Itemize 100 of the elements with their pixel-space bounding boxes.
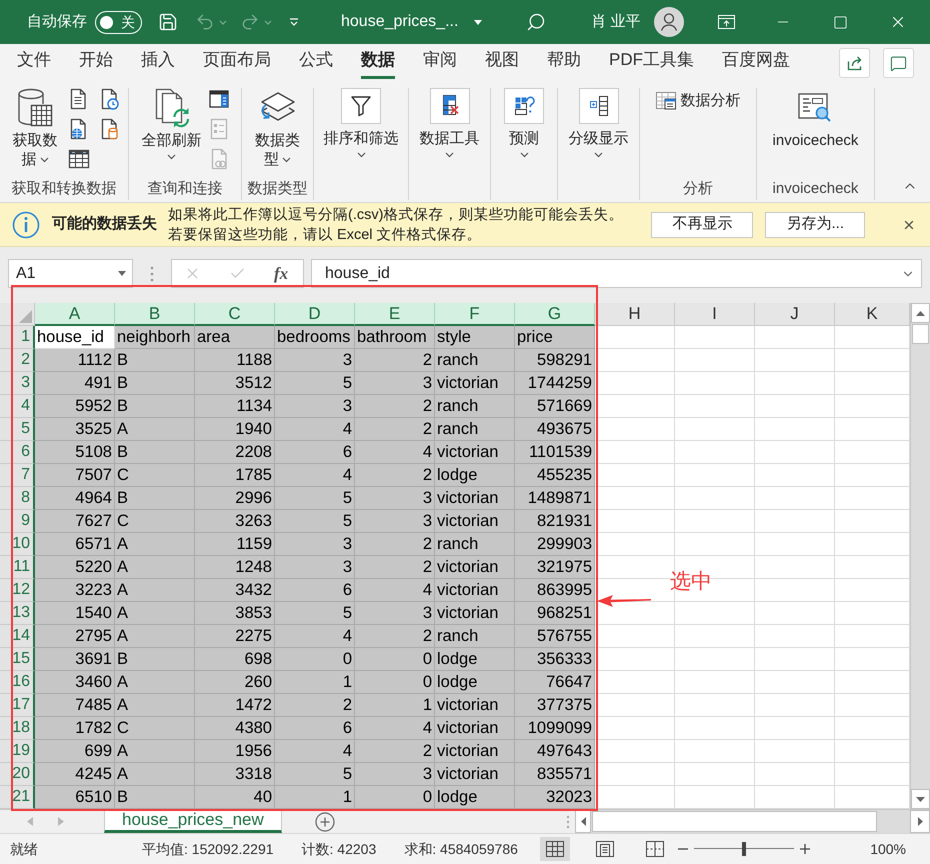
table-cell[interactable]: 76647 bbox=[515, 671, 595, 694]
slider-thumb[interactable] bbox=[742, 842, 746, 856]
table-cell[interactable]: 571669 bbox=[515, 395, 595, 418]
table-cell[interactable]: 6 bbox=[275, 717, 355, 740]
table-cell[interactable]: 4 bbox=[355, 579, 435, 602]
table-cell[interactable]: area bbox=[195, 326, 275, 349]
column-header[interactable]: D bbox=[275, 303, 355, 326]
table-cell[interactable]: 598291 bbox=[515, 349, 595, 372]
table-cell[interactable]: A bbox=[115, 579, 195, 602]
table-cell[interactable]: 1134 bbox=[195, 395, 275, 418]
row-header[interactable]: 19 bbox=[0, 740, 35, 763]
row-header[interactable]: 12 bbox=[0, 579, 35, 602]
table-cell[interactable]: victorian bbox=[435, 763, 515, 786]
ribbon-button[interactable]: 数据类型 bbox=[252, 88, 304, 169]
table-cell[interactable]: 32023 bbox=[515, 786, 595, 809]
scrollbar-thumb[interactable] bbox=[912, 324, 929, 344]
table-cell[interactable]: 1099099 bbox=[515, 717, 595, 740]
table-cell[interactable]: 491 bbox=[35, 372, 115, 395]
globe-document-icon[interactable] bbox=[68, 118, 88, 140]
table-cell[interactable]: victorian bbox=[435, 602, 515, 625]
table-cell[interactable]: 2 bbox=[355, 556, 435, 579]
table-cell[interactable]: B bbox=[115, 441, 195, 464]
table-cell[interactable]: 2 bbox=[275, 694, 355, 717]
table-cell[interactable]: 3 bbox=[355, 510, 435, 533]
table-cell[interactable]: 1101539 bbox=[515, 441, 595, 464]
table-cell[interactable]: ranch bbox=[435, 418, 515, 441]
table-cell[interactable]: B bbox=[115, 487, 195, 510]
table-cell[interactable]: 1782 bbox=[35, 717, 115, 740]
column-header[interactable]: H bbox=[595, 303, 675, 326]
scroll-down-button[interactable] bbox=[911, 789, 930, 809]
add-sheet-icon[interactable] bbox=[314, 812, 335, 832]
table-cell[interactable]: A bbox=[115, 418, 195, 441]
ribbon-tab[interactable]: 插入 bbox=[127, 44, 189, 82]
table-cell[interactable]: 1 bbox=[355, 694, 435, 717]
table-cell[interactable]: 321975 bbox=[515, 556, 595, 579]
table-icon[interactable] bbox=[68, 149, 90, 169]
table-cell[interactable]: A bbox=[115, 533, 195, 556]
table-cell[interactable]: victorian bbox=[435, 487, 515, 510]
row-header[interactable]: 2 bbox=[0, 349, 35, 372]
ribbon-button[interactable]: 数据分析 bbox=[656, 90, 740, 112]
column-header[interactable]: A bbox=[35, 303, 115, 326]
table-cell[interactable]: 6571 bbox=[35, 533, 115, 556]
table-cell[interactable]: 3853 bbox=[195, 602, 275, 625]
table-cell[interactable]: 2 bbox=[355, 349, 435, 372]
row-header[interactable]: 7 bbox=[0, 464, 35, 487]
share-button[interactable] bbox=[839, 48, 870, 78]
table-cell[interactable]: 455235 bbox=[515, 464, 595, 487]
document-icon[interactable] bbox=[68, 88, 88, 110]
table-cell[interactable]: victorian bbox=[435, 694, 515, 717]
table-cell[interactable]: 3 bbox=[355, 372, 435, 395]
table-cell[interactable]: 3 bbox=[275, 395, 355, 418]
table-cell[interactable]: 1744259 bbox=[515, 372, 595, 395]
table-cell[interactable]: 1159 bbox=[195, 533, 275, 556]
table-cell[interactable]: 3432 bbox=[195, 579, 275, 602]
table-cell[interactable]: 5 bbox=[275, 510, 355, 533]
table-cell[interactable]: 698 bbox=[195, 648, 275, 671]
table-cell[interactable]: B bbox=[115, 395, 195, 418]
table-cell[interactable]: 863995 bbox=[515, 579, 595, 602]
formula-input[interactable]: house_id bbox=[311, 259, 922, 288]
row-header[interactable]: 5 bbox=[0, 418, 35, 441]
scroll-right-button[interactable] bbox=[910, 810, 930, 833]
table-cell[interactable]: 1 bbox=[275, 671, 355, 694]
table-cell[interactable]: 1785 bbox=[195, 464, 275, 487]
table-cell[interactable]: 3691 bbox=[35, 648, 115, 671]
table-cell[interactable]: 7627 bbox=[35, 510, 115, 533]
table-cell[interactable]: 5 bbox=[275, 487, 355, 510]
table-cell[interactable]: 5220 bbox=[35, 556, 115, 579]
table-cell[interactable]: 1248 bbox=[195, 556, 275, 579]
customize-toolbar-icon[interactable] bbox=[289, 18, 299, 26]
caret-icon[interactable] bbox=[474, 20, 482, 24]
panel-icon[interactable] bbox=[208, 90, 228, 108]
scroll-up-button[interactable] bbox=[911, 303, 930, 323]
table-cell[interactable]: A bbox=[115, 694, 195, 717]
table-cell[interactable]: 4 bbox=[275, 740, 355, 763]
row-header[interactable]: 4 bbox=[0, 395, 35, 418]
row-header[interactable]: 16 bbox=[0, 671, 35, 694]
database-document-icon[interactable] bbox=[99, 118, 119, 140]
ribbon-tab[interactable]: 审阅 bbox=[409, 44, 471, 82]
table-cell[interactable]: 3223 bbox=[35, 579, 115, 602]
sheet-tab[interactable]: house_prices_new bbox=[104, 810, 282, 833]
info-bar-button[interactable]: 不再显示 bbox=[651, 212, 754, 238]
table-cell[interactable]: 5108 bbox=[35, 441, 115, 464]
table-cell[interactable]: ranch bbox=[435, 625, 515, 648]
table-cell[interactable]: 0 bbox=[355, 671, 435, 694]
maximize-icon[interactable] bbox=[832, 14, 848, 30]
table-cell[interactable]: 3525 bbox=[35, 418, 115, 441]
table-cell[interactable]: 699 bbox=[35, 740, 115, 763]
autosave-toggle[interactable]: 关 bbox=[95, 10, 142, 34]
table-cell[interactable]: victorian bbox=[435, 372, 515, 395]
table-cell[interactable]: ranch bbox=[435, 395, 515, 418]
table-cell[interactable]: 821931 bbox=[515, 510, 595, 533]
table-cell[interactable]: C bbox=[115, 510, 195, 533]
table-cell[interactable]: 5 bbox=[275, 763, 355, 786]
table-cell[interactable]: C bbox=[115, 464, 195, 487]
column-header[interactable]: E bbox=[355, 303, 435, 326]
table-cell[interactable]: 3512 bbox=[195, 372, 275, 395]
table-cell[interactable]: 2996 bbox=[195, 487, 275, 510]
table-cell[interactable]: lodge bbox=[435, 786, 515, 809]
table-cell[interactable]: victorian bbox=[435, 556, 515, 579]
table-cell[interactable]: 0 bbox=[275, 648, 355, 671]
